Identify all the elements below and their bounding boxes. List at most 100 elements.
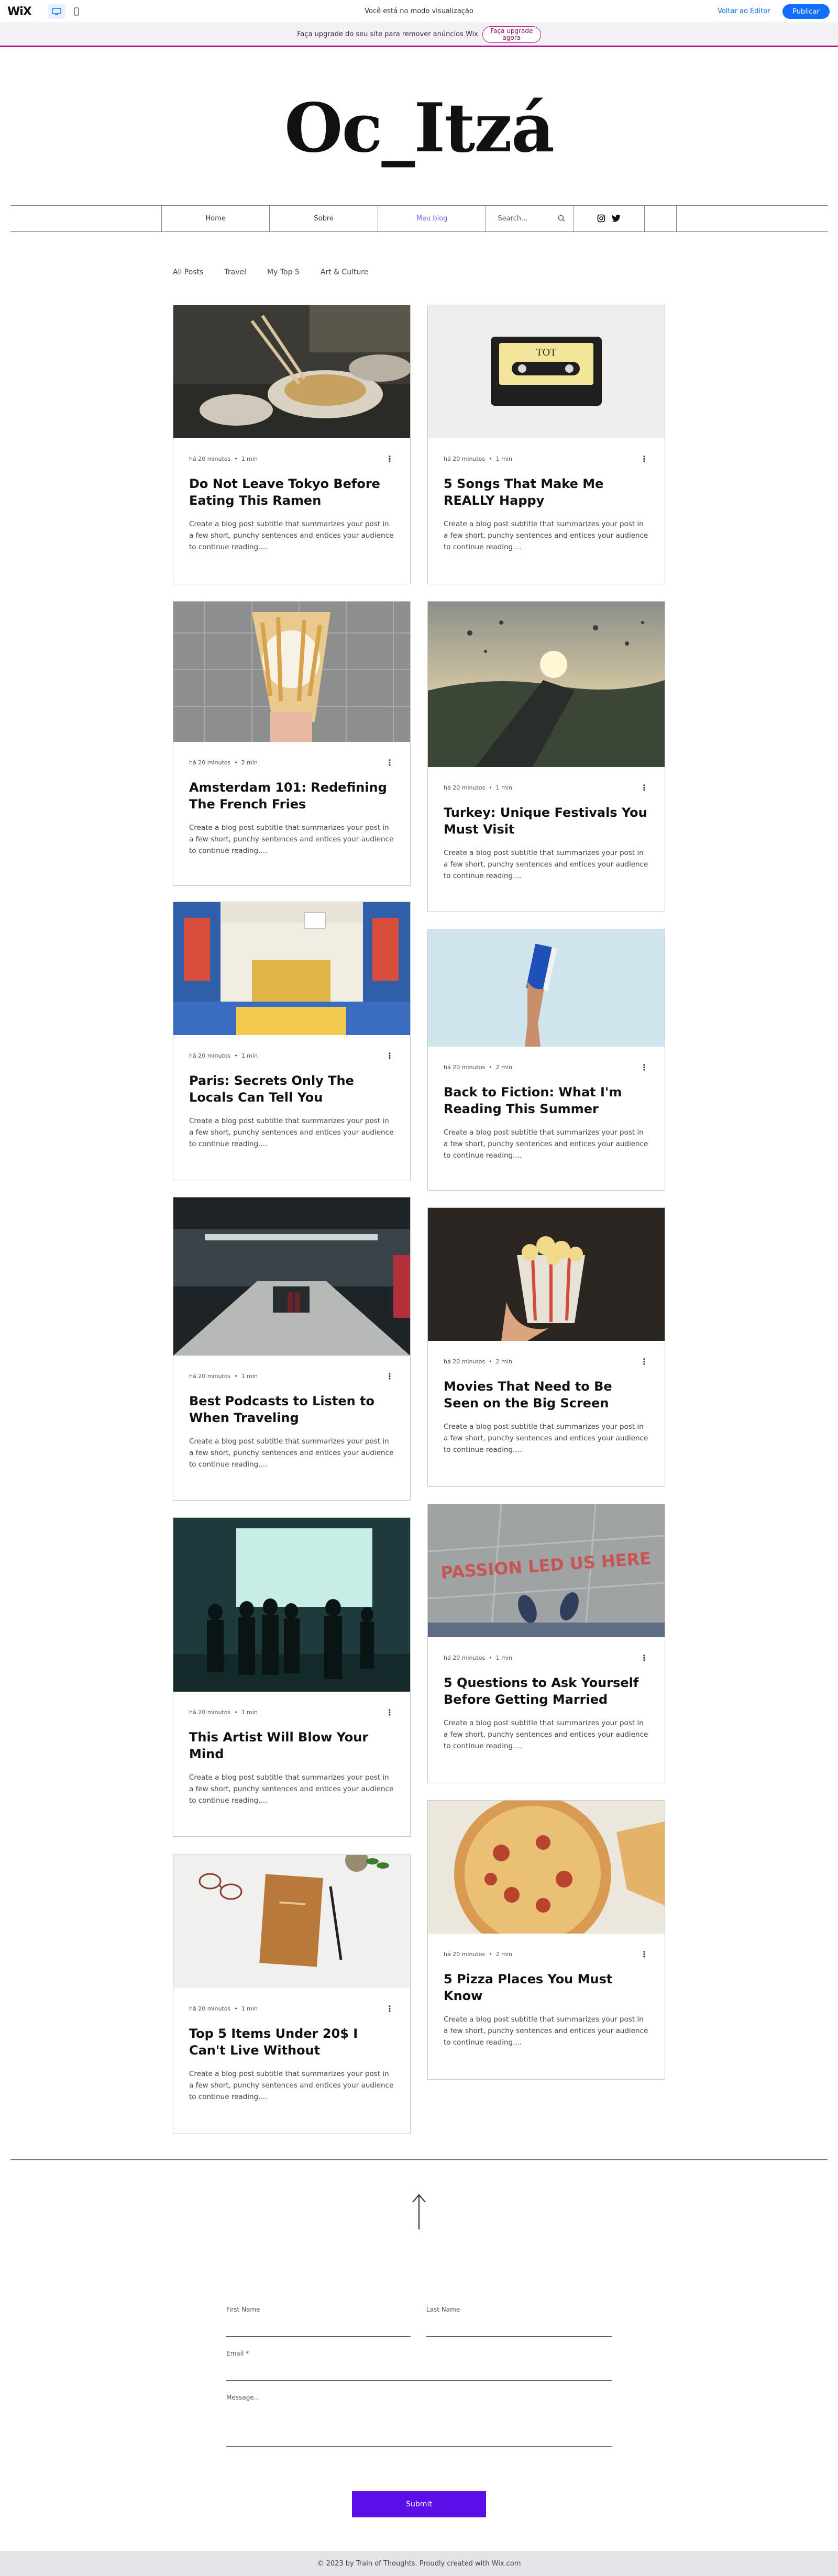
publish-button[interactable]: Publicar bbox=[782, 4, 830, 19]
post-age: há 20 minutos bbox=[189, 1709, 231, 1716]
post-title[interactable]: Top 5 Items Under 20$ I Can't Live Witho… bbox=[189, 2025, 394, 2059]
post-image[interactable] bbox=[173, 1855, 410, 1988]
svg-text:TOT: TOT bbox=[536, 347, 557, 358]
post-title[interactable]: 5 Pizza Places You Must Know bbox=[444, 1971, 649, 2004]
post-age: há 20 minutos bbox=[444, 1951, 486, 1958]
first-name-field[interactable] bbox=[226, 2336, 411, 2337]
upgrade-banner: Faça upgrade do seu site para remover an… bbox=[0, 23, 838, 47]
post-title[interactable]: Turkey: Unique Festivals You Must Visit bbox=[444, 804, 649, 838]
post-excerpt: Create a blog post subtitle that summari… bbox=[189, 520, 394, 551]
search-input[interactable]: Search... bbox=[486, 205, 574, 231]
post-read-time: 2 min bbox=[495, 1951, 512, 1958]
last-name-label: Last Name bbox=[426, 2306, 460, 2313]
up-arrow-icon[interactable] bbox=[410, 2193, 428, 2230]
post-image[interactable] bbox=[173, 1197, 410, 1356]
post-title[interactable]: Amsterdam 101: Redefining The French Fri… bbox=[189, 779, 394, 813]
post-card[interactable]: há 20 minutos • 1 min ⋮ Best Podcasts to … bbox=[173, 1197, 411, 1501]
first-name-label: First Name bbox=[226, 2306, 260, 2313]
search-icon[interactable] bbox=[558, 215, 565, 222]
more-icon[interactable]: ⋮ bbox=[640, 1062, 649, 1072]
more-icon[interactable]: ⋮ bbox=[385, 2004, 394, 2014]
post-excerpt: Create a blog post subtitle that summari… bbox=[444, 2015, 648, 2047]
post-age: há 20 minutos bbox=[189, 1052, 231, 1059]
popcorn-photo bbox=[428, 1208, 665, 1341]
post-read-time: 2 min bbox=[495, 1064, 512, 1071]
instagram-icon[interactable] bbox=[597, 214, 605, 223]
post-card[interactable]: há 20 minutos • 1 min ⋮ Paris: Secrets On… bbox=[173, 902, 411, 1181]
email-field[interactable] bbox=[226, 2380, 612, 2381]
post-image[interactable] bbox=[428, 602, 665, 767]
post-title[interactable]: Do Not Leave Tokyo Before Eating This Ra… bbox=[189, 475, 394, 509]
balloons-photo bbox=[428, 602, 665, 767]
post-card[interactable]: há 20 minutos • 1 min ⋮ This Artist Will … bbox=[173, 1517, 411, 1837]
post-card[interactable]: há 20 minutos • 2 min ⋮ Movies That Need … bbox=[427, 1207, 665, 1487]
category-art-culture[interactable]: Art & Culture bbox=[321, 268, 369, 276]
post-image[interactable] bbox=[173, 602, 410, 742]
message-field[interactable] bbox=[226, 2446, 612, 2447]
site-footer: © 2023 by Train of Thoughts. Proudly cre… bbox=[0, 2551, 838, 2576]
post-excerpt: Create a blog post subtitle that summari… bbox=[189, 2070, 394, 2101]
last-name-field[interactable] bbox=[426, 2336, 612, 2337]
post-age: há 20 minutos bbox=[444, 1358, 486, 1365]
post-read-time: 1 min bbox=[495, 784, 512, 791]
post-card[interactable]: há 20 minutos • 2 min ⋮ Amsterdam 101: Re… bbox=[173, 601, 411, 886]
nav-item-sobre[interactable]: Sobre bbox=[270, 205, 378, 231]
category-all-posts[interactable]: All Posts bbox=[173, 268, 203, 276]
post-read-time: 1 min bbox=[495, 1655, 512, 1661]
more-icon[interactable]: ⋮ bbox=[385, 1371, 394, 1381]
post-image[interactable]: TOT bbox=[428, 305, 665, 438]
category-my-top-5[interactable]: My Top 5 bbox=[267, 268, 300, 276]
post-title[interactable]: 5 Questions to Ask Yourself Before Getti… bbox=[444, 1674, 649, 1708]
nav-item-meu-blog[interactable]: Meu blog bbox=[378, 205, 487, 231]
nav-item-home[interactable]: Home bbox=[162, 205, 270, 231]
site-title[interactable]: Oc_Itzá bbox=[0, 89, 838, 168]
post-image[interactable] bbox=[173, 305, 410, 438]
post-card[interactable]: TOT há 20 minutos • 1 min ⋮ 5 Songs That … bbox=[427, 305, 665, 584]
footer-text: © 2023 by Train of Thoughts. Proudly cre… bbox=[317, 2559, 521, 2568]
post-image[interactable] bbox=[173, 902, 410, 1035]
more-icon[interactable]: ⋮ bbox=[640, 1949, 649, 1959]
post-title[interactable]: 5 Songs That Make Me REALLY Happy bbox=[444, 475, 649, 509]
post-card[interactable]: há 20 minutos • 1 min ⋮ Turkey: Unique Fe… bbox=[427, 601, 665, 912]
post-card[interactable]: há 20 minutos • 2 min ⋮ 5 Pizza Places Yo… bbox=[427, 1800, 665, 2080]
twitter-icon[interactable] bbox=[612, 215, 621, 222]
submit-button[interactable]: Submit bbox=[352, 2491, 486, 2517]
more-icon[interactable]: ⋮ bbox=[640, 783, 649, 793]
post-title[interactable]: Best Podcasts to Listen to When Travelin… bbox=[189, 1393, 394, 1426]
post-title[interactable]: Movies That Need to Be Seen on the Big S… bbox=[444, 1378, 649, 1412]
post-image[interactable] bbox=[173, 1518, 410, 1692]
post-read-time: 1 min bbox=[241, 456, 258, 462]
upgrade-text: Faça upgrade do seu site para remover an… bbox=[297, 30, 478, 38]
post-card[interactable]: há 20 minutos • 1 min ⋮ Top 5 Items Under… bbox=[173, 1855, 411, 2134]
post-excerpt: Create a blog post subtitle that summari… bbox=[444, 520, 648, 551]
post-excerpt: Create a blog post subtitle that summari… bbox=[189, 824, 394, 855]
post-excerpt: Create a blog post subtitle that summari… bbox=[444, 1423, 648, 1454]
post-card[interactable]: há 20 minutos • 1 min ⋮ Do Not Leave Toky… bbox=[173, 305, 411, 584]
post-title[interactable]: Back to Fiction: What I'm Reading This S… bbox=[444, 1084, 649, 1117]
post-age: há 20 minutos bbox=[189, 759, 231, 766]
email-label: Email * bbox=[226, 2350, 249, 2357]
post-image[interactable] bbox=[428, 1801, 665, 1934]
post-image[interactable] bbox=[428, 1208, 665, 1341]
pizza-photo bbox=[428, 1801, 665, 1934]
post-title[interactable]: This Artist Will Blow Your Mind bbox=[189, 1729, 394, 1762]
post-card[interactable]: PASSION LED US HERE há 20 minutos • 1 mi… bbox=[427, 1504, 665, 1783]
more-icon[interactable]: ⋮ bbox=[385, 1051, 394, 1061]
post-age: há 20 minutos bbox=[444, 456, 486, 462]
more-icon[interactable]: ⋮ bbox=[640, 1653, 649, 1663]
category-travel[interactable]: Travel bbox=[224, 268, 246, 276]
post-image[interactable]: PASSION LED US HERE bbox=[428, 1504, 665, 1637]
back-to-editor-link[interactable]: Voltar ao Editor bbox=[718, 7, 770, 15]
post-excerpt: Create a blog post subtitle that summari… bbox=[444, 1719, 648, 1750]
post-image[interactable] bbox=[428, 929, 665, 1047]
message-label: Message... bbox=[226, 2394, 260, 2401]
more-icon[interactable]: ⋮ bbox=[640, 1357, 649, 1367]
post-title[interactable]: Paris: Secrets Only The Locals Can Tell … bbox=[189, 1072, 394, 1106]
more-icon[interactable]: ⋮ bbox=[385, 454, 394, 464]
more-icon[interactable]: ⋮ bbox=[385, 1707, 394, 1717]
more-icon[interactable]: ⋮ bbox=[385, 758, 394, 768]
post-card[interactable]: há 20 minutos • 2 min ⋮ Back to Fiction: … bbox=[427, 929, 665, 1191]
post-read-time: 1 min bbox=[241, 1373, 258, 1380]
more-icon[interactable]: ⋮ bbox=[640, 454, 649, 464]
upgrade-button[interactable]: Faça upgrade agora bbox=[482, 26, 541, 43]
